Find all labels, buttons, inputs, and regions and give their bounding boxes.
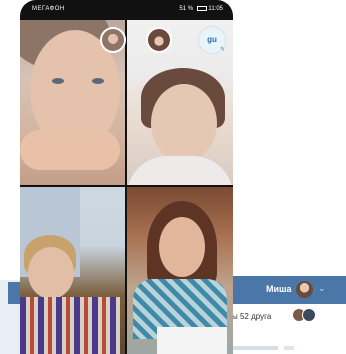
phone-screen: МЕГАФОН 51 % 11:05 [20, 0, 233, 354]
video-tile-3[interactable] [20, 187, 125, 354]
video-content [28, 247, 74, 299]
placeholder-line [284, 346, 294, 350]
friend-avatar[interactable] [302, 308, 316, 322]
video-content [157, 327, 227, 354]
battery-icon [196, 6, 207, 11]
carrier-label: МЕГАФОН [32, 6, 65, 12]
screenshot-root: Миша ⌄ ы 52 друга МЕГАФОН 51 % 11:05 gu … [0, 0, 346, 354]
video-content [151, 84, 217, 162]
profile-name[interactable]: Миша [266, 284, 292, 294]
video-content [20, 297, 120, 354]
status-right: 51 % 11:05 [179, 6, 223, 12]
video-content [52, 78, 64, 84]
video-content [20, 130, 120, 170]
video-tile-4[interactable] [127, 187, 233, 354]
status-bar: МЕГАФОН 51 % 11:05 [20, 0, 233, 20]
video-content [127, 156, 233, 185]
battery-percent: 51 % [179, 6, 194, 13]
placeholder-line [232, 346, 278, 350]
profile-avatar[interactable] [296, 281, 313, 298]
participant-avatar[interactable] [146, 27, 172, 53]
video-content [92, 78, 104, 84]
menu-chevron-icon[interactable]: ⌄ [318, 283, 326, 294]
video-content [159, 217, 205, 277]
tools-icon[interactable]: ✎ [220, 46, 225, 53]
participant-avatar[interactable] [100, 27, 126, 53]
clock: 11:05 [208, 6, 223, 13]
friends-count-text[interactable]: ы 52 друга [232, 312, 271, 321]
